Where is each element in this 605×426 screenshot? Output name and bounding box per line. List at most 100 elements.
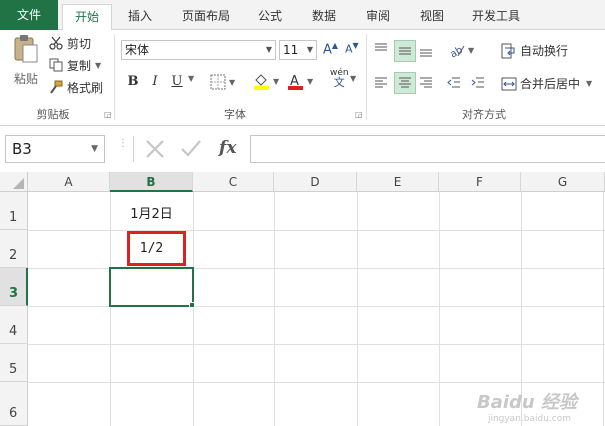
dialog-launcher-icon[interactable]: ◲: [355, 110, 363, 119]
paintbrush-icon: [48, 80, 64, 94]
chevron-down-icon[interactable]: ▼: [188, 74, 194, 83]
tab-page-layout[interactable]: 页面布局: [172, 4, 240, 30]
tab-file[interactable]: 文件: [0, 0, 58, 30]
formula-bar-divider: [133, 136, 134, 162]
scissors-icon: [48, 36, 64, 50]
column-header-f[interactable]: F: [439, 172, 521, 192]
format-painter-button[interactable]: 格式刷: [48, 78, 103, 96]
row-number: 1: [9, 210, 18, 225]
cut-button[interactable]: 剪切: [48, 34, 91, 52]
gridline: [193, 192, 194, 426]
gridline: [274, 192, 275, 426]
top-align-icon: [373, 42, 389, 58]
row-number: 6: [9, 406, 18, 421]
increase-font-button[interactable]: A▲: [323, 41, 338, 57]
enter-button[interactable]: [179, 135, 203, 164]
chevron-down-icon: ▼: [265, 45, 272, 54]
align-center-icon: [397, 75, 413, 91]
cancel-button[interactable]: [144, 135, 166, 164]
drag-handle-icon[interactable]: ⋮: [118, 139, 128, 149]
font-size-value: 11: [283, 43, 299, 57]
row-header-1[interactable]: 1: [0, 192, 28, 230]
tab-formulas[interactable]: 公式: [248, 4, 292, 30]
tab-review[interactable]: 审阅: [356, 4, 400, 30]
chevron-down-icon: ▼: [307, 76, 314, 86]
clipboard-icon: [13, 34, 39, 64]
middle-align-icon: [397, 43, 413, 59]
format-painter-label: 格式刷: [67, 80, 104, 95]
svg-text:ab: ab: [448, 45, 464, 58]
chevron-down-icon[interactable]: ▼: [350, 74, 356, 83]
paint-bucket-icon: [252, 72, 270, 90]
middle-align-button[interactable]: [394, 40, 416, 62]
tab-home[interactable]: 开始: [62, 4, 112, 31]
tab-data[interactable]: 数据: [302, 4, 346, 30]
merge-center-button[interactable]: 合并后居中 ▼: [500, 75, 592, 92]
borders-button[interactable]: ▼: [210, 72, 235, 92]
tab-insert[interactable]: 插入: [118, 4, 162, 30]
align-right-button[interactable]: [418, 73, 438, 93]
cut-label: 剪切: [67, 36, 92, 51]
row-header-2[interactable]: 2: [0, 230, 28, 268]
text-orientation-icon: ab: [448, 42, 466, 58]
cell-b1[interactable]: 1月2日: [110, 203, 193, 222]
align-center-button[interactable]: [394, 72, 416, 94]
column-header-e[interactable]: E: [357, 172, 439, 192]
column-header-d[interactable]: D: [274, 172, 357, 192]
align-left-icon: [373, 75, 389, 91]
italic-button[interactable]: I: [145, 72, 165, 92]
align-left-button[interactable]: [373, 73, 393, 93]
paste-label: 粘贴: [13, 72, 38, 86]
decrease-indent-button[interactable]: [446, 73, 466, 93]
select-all-button[interactable]: [0, 172, 28, 192]
paste-button[interactable]: 粘贴: [8, 34, 44, 98]
column-header-b[interactable]: B: [110, 172, 193, 192]
bottom-align-icon: [418, 42, 434, 58]
font-name-value: 宋体: [125, 43, 150, 57]
orientation-button[interactable]: ab ▼: [448, 40, 474, 60]
column-header-g[interactable]: G: [521, 172, 605, 192]
chevron-down-icon: ▼: [468, 45, 475, 55]
formula-input[interactable]: [250, 135, 605, 163]
chevron-down-icon: ▼: [306, 45, 313, 54]
tab-developer[interactable]: 开发工具: [464, 4, 528, 30]
underline-button[interactable]: U: [167, 72, 187, 92]
row-header-4[interactable]: 4: [0, 306, 28, 344]
wrap-text-button[interactable]: 自动换行: [500, 42, 568, 59]
name-box[interactable]: B3 ▼: [5, 135, 105, 163]
bold-button[interactable]: B: [123, 72, 143, 92]
align-right-icon: [418, 75, 434, 91]
row-header-5[interactable]: 5: [0, 344, 28, 382]
active-cell-b3[interactable]: [109, 267, 194, 307]
phonetic-char-icon: 文: [333, 76, 345, 89]
tab-view[interactable]: 视图: [410, 4, 454, 30]
fill-handle[interactable]: [189, 302, 195, 308]
font-color-button[interactable]: A ▼: [286, 70, 313, 92]
fill-color-button[interactable]: ▼: [252, 70, 279, 92]
top-align-button[interactable]: [373, 40, 393, 60]
close-icon: [144, 135, 166, 161]
font-size-select[interactable]: 11 ▼: [279, 40, 317, 60]
group-divider: [366, 34, 367, 120]
chevron-down-icon: ▼: [273, 76, 280, 86]
column-header-a[interactable]: A: [28, 172, 110, 192]
clipboard-group-label: 剪贴板: [36, 108, 70, 121]
formula-bar: B3 ▼ ⋮ fx: [0, 127, 605, 172]
gridline: [603, 192, 604, 426]
chevron-down-icon: ▼: [229, 77, 236, 87]
dialog-launcher-icon[interactable]: ◲: [104, 110, 112, 119]
chevron-down-icon: ▼: [95, 60, 102, 70]
row-number: 3: [9, 286, 19, 301]
row-header-3[interactable]: 3: [0, 268, 28, 306]
font-name-select[interactable]: 宋体 ▼: [121, 40, 276, 60]
increase-indent-button[interactable]: [470, 73, 490, 93]
checkmark-icon: [179, 135, 203, 161]
row-header-6[interactable]: 6: [0, 382, 28, 426]
bottom-align-button[interactable]: [418, 40, 438, 60]
insert-function-button[interactable]: fx: [219, 138, 236, 158]
phonetic-button[interactable]: wén 文: [330, 68, 349, 88]
decrease-font-icon: A▼: [345, 41, 359, 56]
decrease-font-button[interactable]: A▼: [345, 41, 359, 56]
column-header-c[interactable]: C: [193, 172, 274, 192]
copy-button[interactable]: 复制 ▼: [48, 56, 101, 74]
